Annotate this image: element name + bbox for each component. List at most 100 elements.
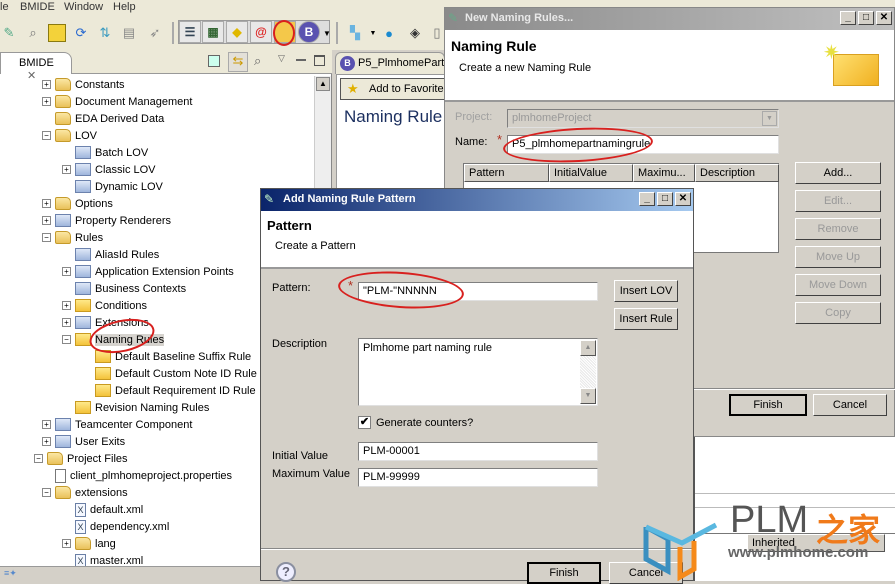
collapse-icon[interactable]: −	[62, 335, 71, 344]
collapse-icon[interactable]: −	[42, 131, 51, 140]
tree-item[interactable]: Default Baseline Suffix Rule	[82, 348, 251, 365]
copy-button[interactable]: Copy	[795, 302, 881, 324]
close-icon[interactable]: ✕	[27, 70, 36, 82]
tree-item[interactable]: EDA Derived Data	[42, 110, 164, 127]
pattern-input[interactable]: "PLM-"NNNNN	[358, 282, 598, 301]
tree-item[interactable]: + Teamcenter Component	[42, 416, 192, 433]
collapse-icon[interactable]: −	[42, 488, 51, 497]
business-object-icon[interactable]: B	[298, 21, 320, 43]
tree-item[interactable]: + lang	[62, 535, 116, 552]
add-button[interactable]: Add...	[795, 162, 881, 184]
deploy-icon[interactable]: ⇅	[96, 24, 114, 42]
finish-button[interactable]: Finish	[729, 394, 807, 416]
name-input[interactable]: P5_plmhomepartnamingrule	[507, 135, 779, 154]
tree-item[interactable]: + Document Management	[42, 93, 192, 110]
expand-icon[interactable]: +	[62, 165, 71, 174]
expand-icon[interactable]: +	[42, 97, 51, 106]
expand-icon[interactable]: +	[42, 199, 51, 208]
naming-rule-icon[interactable]	[274, 21, 296, 43]
column-header-maximum[interactable]: Maximu...	[633, 164, 695, 182]
scroll-down-icon[interactable]: ▼	[580, 388, 596, 404]
checker-icon[interactable]: ▦	[202, 21, 224, 43]
minimize-button[interactable]: _	[840, 11, 856, 25]
expand-icon[interactable]: +	[62, 539, 71, 548]
link-editor-icon[interactable]: ⇆	[228, 52, 248, 72]
dropdown-icon[interactable]: ▼	[318, 24, 336, 42]
generate-counters-checkbox[interactable]: ✔	[358, 416, 371, 429]
tree-item[interactable]: Xdependency.xml	[62, 518, 169, 535]
tree-item[interactable]: − LOV	[42, 127, 97, 144]
tab-bmide[interactable]: BMIDE ✕	[0, 52, 72, 82]
tree-item[interactable]: + Property Renderers	[42, 212, 171, 229]
expand-icon[interactable]: +	[62, 318, 71, 327]
maximize-button[interactable]: □	[657, 192, 673, 206]
expand-icon[interactable]: +	[42, 437, 51, 446]
cancel-button[interactable]: Cancel	[813, 394, 887, 416]
close-button[interactable]: ✕	[876, 11, 892, 25]
expand-icon[interactable]: +	[42, 420, 51, 429]
tree-item[interactable]: Business Contexts	[62, 280, 186, 297]
tree-item[interactable]: − Naming Rules	[62, 331, 165, 348]
sphere-icon[interactable]: ●	[380, 24, 398, 42]
description-scrollbar[interactable]: ▲ ▼	[580, 340, 596, 404]
column-header-initialvalue[interactable]: InitialValue	[549, 164, 633, 182]
description-textarea[interactable]: Plmhome part naming rule ▲ ▼	[358, 338, 598, 406]
scroll-up-icon[interactable]: ▲	[316, 77, 330, 91]
remove-button[interactable]: Remove	[795, 218, 881, 240]
tree-item[interactable]: Default Requirement ID Rule	[82, 382, 256, 399]
tree-item[interactable]: − Project Files	[34, 450, 128, 467]
tree-item[interactable]: + Classic LOV	[62, 161, 156, 178]
expand-icon[interactable]: +	[62, 267, 71, 276]
search-icon[interactable]: ⌕	[254, 53, 261, 69]
maximum-value-input[interactable]: PLM-99999	[358, 468, 598, 487]
move-up-button[interactable]: Move Up	[795, 246, 881, 268]
move-down-button[interactable]: Move Down	[795, 274, 881, 296]
close-button[interactable]: ✕	[675, 192, 691, 206]
search-icon[interactable]: ⌕	[24, 24, 42, 42]
minimize-button[interactable]: _	[639, 192, 655, 206]
dialog-titlebar[interactable]: ✎ Add Naming Rule Pattern _ □ ✕	[261, 189, 693, 211]
collapse-icon[interactable]: −	[42, 233, 51, 242]
plugin-icon[interactable]: ◈	[406, 24, 424, 42]
tree-item[interactable]: client_plmhomeproject.properties	[42, 467, 232, 484]
column-header-inherited[interactable]: Inherited	[747, 534, 885, 552]
collapse-icon[interactable]: −	[34, 454, 43, 463]
tree-item[interactable]: Xdefault.xml	[62, 501, 143, 518]
tree-item[interactable]: Batch LOV	[62, 144, 148, 161]
minimize-icon[interactable]	[296, 59, 306, 61]
scroll-up-icon[interactable]: ▲	[580, 340, 596, 356]
tree-item[interactable]: Default Custom Note ID Rule	[82, 365, 257, 382]
expand-icon[interactable]: +	[42, 216, 51, 225]
help-icon[interactable]: ?	[276, 562, 296, 582]
tree-item[interactable]: + Conditions	[62, 297, 147, 314]
initial-value-input[interactable]: PLM-00001	[358, 442, 598, 461]
menu-help[interactable]: Help	[113, 1, 136, 13]
edit-button[interactable]: Edit...	[795, 190, 881, 212]
tree-item[interactable]: Revision Naming Rules	[62, 399, 209, 416]
add-to-favorites-button[interactable]: ★ Add to Favorite	[340, 78, 448, 100]
tree-item[interactable]: Dynamic LOV	[62, 178, 163, 195]
new-wizard-icon[interactable]: ✎	[0, 24, 18, 42]
tree-item[interactable]: + User Exits	[42, 433, 125, 450]
maximize-icon[interactable]	[314, 55, 325, 66]
tree-item[interactable]: + Constants	[42, 76, 125, 93]
condition-icon[interactable]: ◆	[226, 21, 248, 43]
dialog-titlebar[interactable]: ✎ New Naming Rules... _ □ ✕	[445, 8, 894, 30]
menu-file[interactable]: le	[0, 1, 9, 13]
column-header-description[interactable]: Description	[695, 164, 779, 182]
tree-item[interactable]: AliasId Rules	[62, 246, 159, 263]
menu-bmide[interactable]: BMIDE	[20, 1, 55, 13]
run-icon[interactable]: ➶	[146, 24, 164, 42]
expand-icon[interactable]: +	[42, 80, 51, 89]
alias-icon[interactable]: @	[250, 21, 272, 43]
console-icon[interactable]: ▤	[120, 24, 138, 42]
tree-item[interactable]: + Options	[42, 195, 113, 212]
expand-icon[interactable]: +	[62, 301, 71, 310]
tree-item[interactable]: − extensions	[42, 484, 128, 501]
list-icon[interactable]: ☰	[179, 21, 201, 43]
insert-rule-button[interactable]: Insert Rule	[614, 308, 678, 330]
collapse-all-icon[interactable]	[208, 55, 220, 67]
tab-p5-plmhomepart[interactable]: B P5_PlmhomePart	[335, 52, 445, 74]
tree-item[interactable]: + Application Extension Points	[62, 263, 234, 280]
tree-item[interactable]: − Rules	[42, 229, 103, 246]
